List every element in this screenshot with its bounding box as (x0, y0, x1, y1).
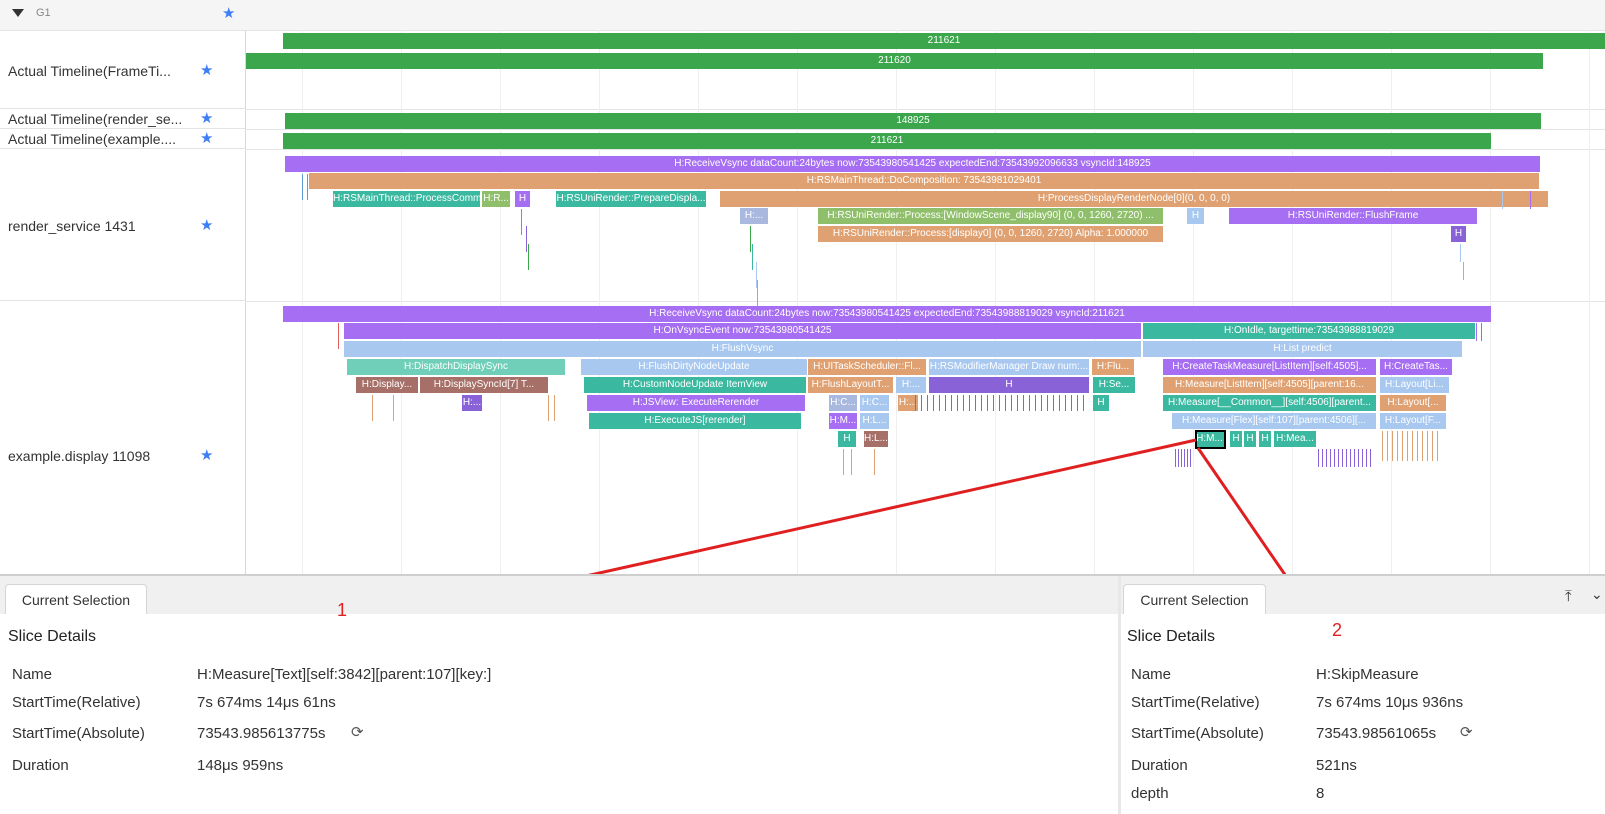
detail-value-start-relative: 7s 674ms 10μs 936ns (1316, 694, 1464, 711)
refresh-icon[interactable]: ⟳ (351, 723, 364, 741)
detail-value-name: H:SkipMeasure (1316, 666, 1419, 683)
detail-label-start-absolute: StartTime(Absolute) (1131, 725, 1264, 742)
detail-value-name: H:Measure[Text][self:3842][parent:107][k… (197, 666, 492, 683)
detail-value-depth: 8 (1316, 785, 1325, 802)
detail-label-duration: Duration (1131, 757, 1188, 774)
detail-label-name: Name (12, 666, 53, 683)
panel-title: Slice Details (1127, 628, 1216, 645)
tab-bar: Current Selection ⤒ ⌄ (1121, 576, 1605, 614)
detail-label-start-relative: StartTime(Relative) (12, 694, 141, 711)
detail-value-duration: 148μs 959ns (197, 757, 284, 774)
detail-value-start-absolute: 73543.985613775s (197, 725, 326, 742)
chevron-down-icon[interactable]: ⌄ (1591, 586, 1603, 603)
detail-value-start-relative: 7s 674ms 14μs 61ns (197, 694, 336, 711)
detail-value-duration: 521ns (1316, 757, 1357, 774)
detail-label-depth: depth (1131, 785, 1169, 802)
tab-bar: Current Selection (0, 576, 1118, 614)
details-area: Current Selection Current Selection ⤒ ⌄ … (0, 574, 1605, 814)
detail-label-start-absolute: StartTime(Absolute) (12, 725, 145, 742)
pin-top-icon[interactable]: ⤒ (1565, 588, 1572, 605)
timeline-area[interactable]: G1 ★ Actual Timeline(FrameTi... ★ Actual… (0, 0, 1605, 636)
tab-current-selection[interactable]: Current Selection (1123, 584, 1266, 614)
detail-value-start-absolute: 73543.98561065s (1316, 725, 1437, 742)
refresh-icon[interactable]: ⟳ (1460, 723, 1473, 741)
detail-label-start-relative: StartTime(Relative) (1131, 694, 1260, 711)
detail-label-duration: Duration (12, 757, 69, 774)
detail-label-name: Name (1131, 666, 1172, 683)
annotation-number: 1 (337, 600, 348, 620)
annotation-number: 2 (1332, 620, 1343, 640)
tab-current-selection[interactable]: Current Selection (5, 584, 147, 614)
panel-title: Slice Details (8, 628, 97, 645)
